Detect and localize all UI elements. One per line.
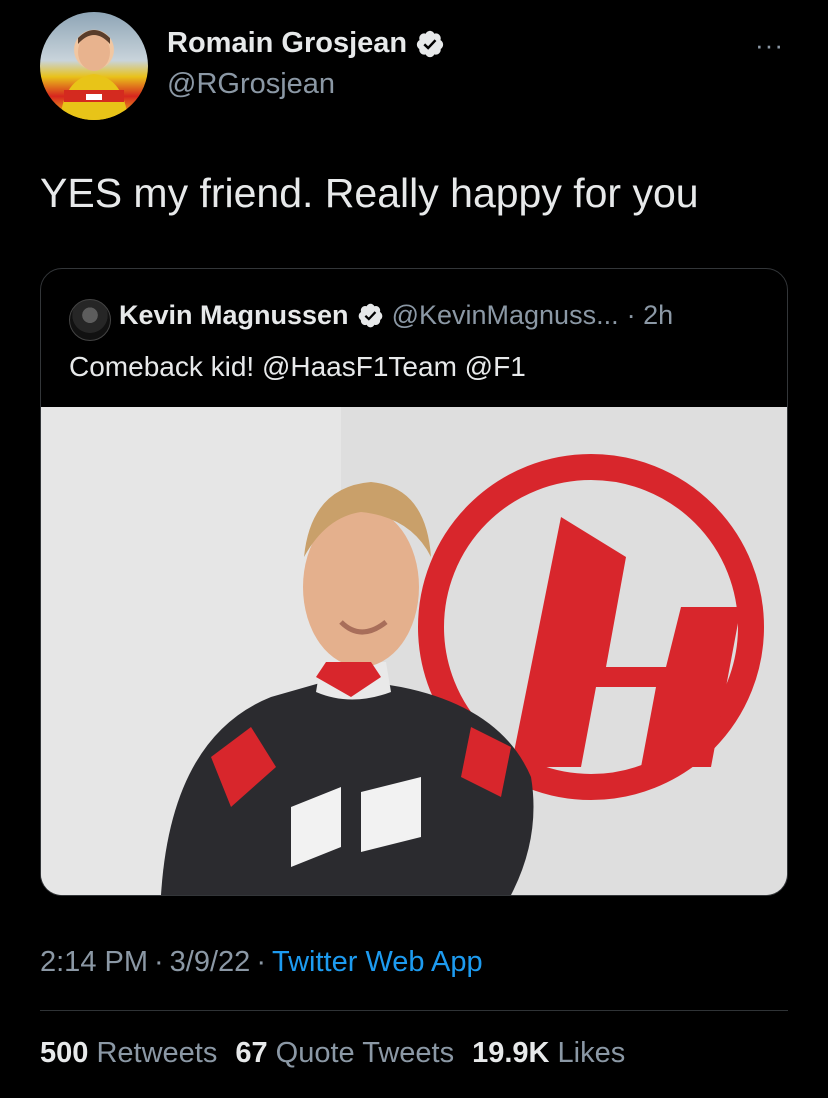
photo-icon: [41, 407, 787, 895]
likes-count: 19.9K: [472, 1037, 550, 1069]
tweet-metadata: 2:14 PM · 3/9/22 · Twitter Web App: [40, 946, 483, 979]
tweet-time[interactable]: 2:14 PM: [40, 946, 148, 979]
divider: [40, 1010, 788, 1011]
quote-tweets-stat[interactable]: 67 Quote Tweets: [235, 1037, 454, 1070]
quoted-age: · 2h: [626, 300, 674, 330]
more-options-icon[interactable]: ···: [755, 30, 784, 61]
author-handle[interactable]: @RGrosjean: [167, 68, 335, 101]
tweet-text: YES my friend. Really happy for you: [40, 170, 699, 216]
quoted-author-name: Kevin Magnussen: [119, 300, 349, 330]
quote-tweets-label: Quote Tweets: [275, 1037, 455, 1069]
quoted-photo[interactable]: [41, 407, 787, 895]
likes-label: Likes: [557, 1037, 626, 1069]
likes-stat[interactable]: 19.9K Likes: [472, 1037, 625, 1070]
tweet-source-link[interactable]: Twitter Web App: [272, 946, 483, 979]
author-name-row[interactable]: Romain Grosjean: [167, 27, 445, 60]
author-name[interactable]: Romain Grosjean: [167, 27, 407, 60]
quote-tweets-count: 67: [235, 1037, 268, 1069]
meta-separator: ·: [154, 946, 164, 978]
verified-badge-icon: [358, 303, 382, 328]
quoted-text: Comeback kid! @HaasF1Team @F1: [69, 351, 526, 382]
retweets-label: Retweets: [96, 1037, 218, 1069]
quoted-header: Kevin Magnussen @KevinMagnuss... · 2h: [119, 300, 673, 331]
quoted-author-avatar: [69, 299, 111, 341]
verified-badge-icon: [416, 30, 444, 57]
tweet-date[interactable]: 3/9/22: [170, 946, 251, 979]
quoted-tweet-card[interactable]: Kevin Magnussen @KevinMagnuss... · 2h Co…: [40, 268, 788, 896]
avatar-image-icon: [60, 30, 128, 120]
tweet-stats: 500 Retweets 67 Quote Tweets 19.9K Likes: [40, 1037, 625, 1070]
meta-separator: ·: [256, 946, 266, 978]
retweets-count: 500: [40, 1037, 89, 1069]
author-avatar[interactable]: [40, 12, 148, 120]
quoted-author-handle: @KevinMagnuss...: [391, 300, 619, 330]
retweets-stat[interactable]: 500 Retweets: [40, 1037, 217, 1070]
